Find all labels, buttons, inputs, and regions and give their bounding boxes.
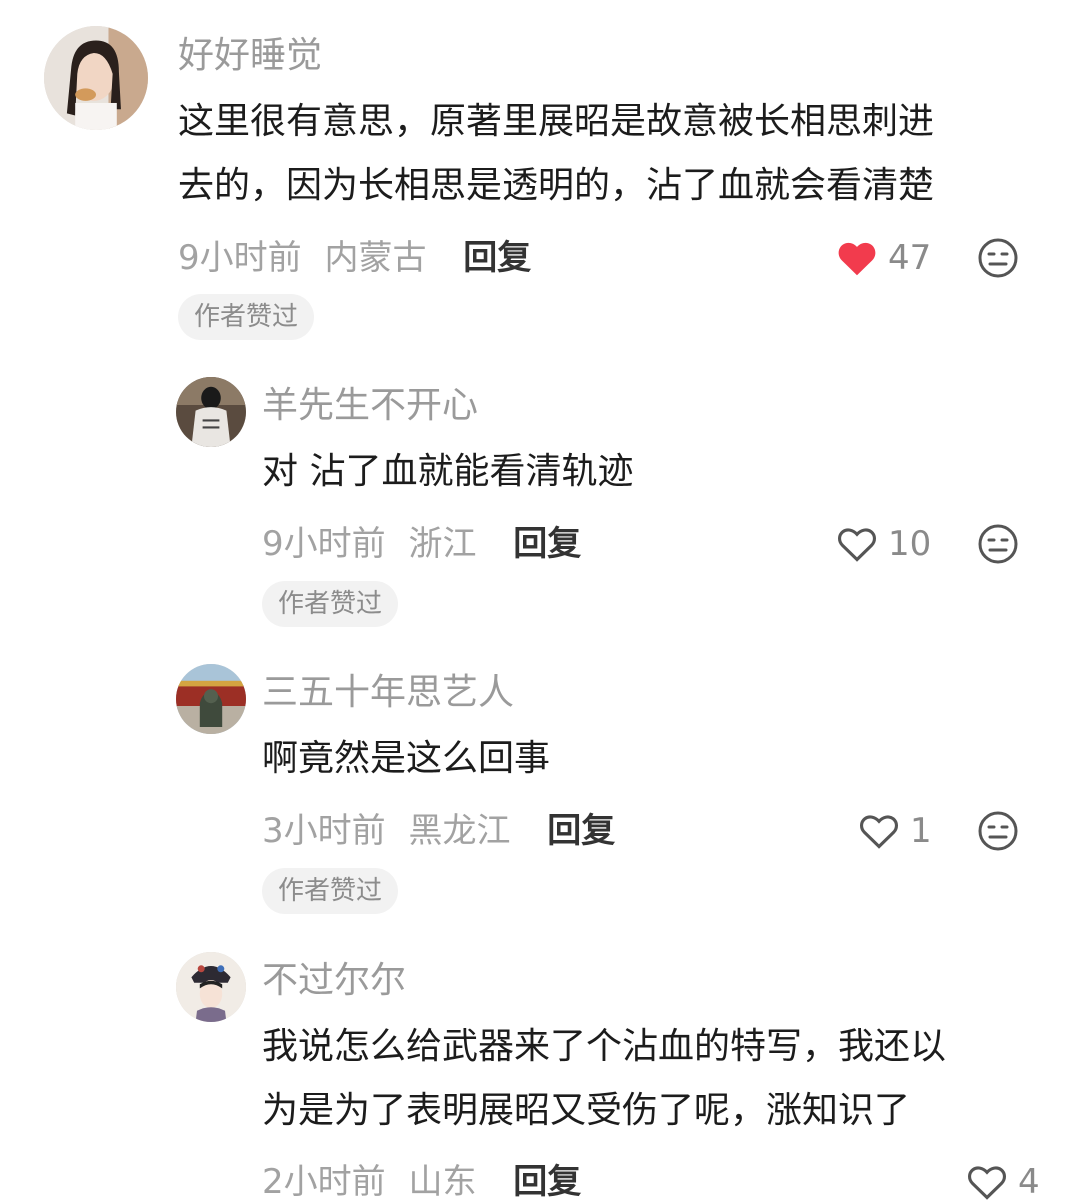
avatar[interactable]: [176, 377, 246, 447]
comment-line: 这里很有意思，原著里展昭是故意被长相思刺进: [178, 101, 935, 142]
comment-item: 好好睡觉 这里很有意思，原著里展昭是故意被长相思刺进 去的，因为长相思是透明的，…: [0, 0, 1080, 350]
like-count: 1: [910, 811, 932, 851]
timestamp: 9小时前: [178, 238, 302, 278]
meh-face-icon: [978, 811, 1018, 851]
avatar[interactable]: [44, 26, 148, 130]
comment-line: 啊竟然是这么回事: [262, 738, 551, 779]
meh-face-icon: [978, 238, 1018, 278]
comment-text: 对 沾了血就能看清轨迹: [262, 440, 633, 504]
like-count: 4: [1018, 1162, 1040, 1202]
like-button[interactable]: 10: [836, 522, 931, 566]
reply-button[interactable]: 回复: [463, 238, 531, 278]
author-liked-badge: 作者赞过: [262, 581, 399, 627]
comment-text: 啊竟然是这么回事: [262, 727, 550, 791]
username[interactable]: 三五十年思艺人: [262, 671, 514, 715]
username[interactable]: 好好睡觉: [178, 34, 322, 78]
location: 内蒙古: [324, 238, 427, 278]
comment-text: 这里很有意思，原著里展昭是故意被长相思刺进 去的，因为长相思是透明的，沾了血就会…: [178, 90, 934, 218]
like-count: 10: [888, 524, 932, 564]
timestamp: 9小时前: [262, 524, 386, 564]
comment-meta: 2小时前 山东 回复: [262, 1160, 581, 1204]
comment-meta: 9小时前 浙江 回复: [262, 522, 581, 566]
timestamp: 3小时前: [262, 811, 386, 851]
comment-line: 去的，因为长相思是透明的，沾了血就会看清楚: [178, 165, 935, 206]
reply-button[interactable]: 回复: [513, 524, 581, 564]
comment-line: 对 沾了血就能看清轨迹: [262, 451, 634, 492]
location: 山东: [408, 1162, 477, 1202]
timestamp: 2小时前: [262, 1162, 386, 1202]
reply-button[interactable]: 回复: [547, 811, 615, 851]
comment-line: 为是为了表明展昭又受伤了呢，涨知识了: [262, 1090, 911, 1131]
dislike-button[interactable]: [977, 237, 1019, 279]
like-count: 47: [888, 238, 932, 278]
avatar[interactable]: [176, 952, 246, 1022]
like-button[interactable]: 1: [858, 809, 932, 853]
comment-meta: 3小时前 黑龙江 回复: [262, 809, 615, 853]
username[interactable]: 不过尔尔: [262, 959, 406, 1003]
username[interactable]: 羊先生不开心: [262, 384, 478, 428]
heart-icon: [838, 528, 876, 562]
dislike-button[interactable]: [977, 810, 1019, 852]
location: 浙江: [408, 524, 477, 564]
comment-text: 我说怎么给武器来了个沾血的特写，我还以 为是为了表明展昭又受伤了呢，涨知识了: [262, 1015, 946, 1143]
like-button[interactable]: 4: [966, 1160, 1040, 1204]
meh-face-icon: [978, 524, 1018, 564]
heart-icon: [838, 242, 876, 276]
author-liked-badge: 作者赞过: [178, 294, 315, 340]
comment-meta: 9小时前 内蒙古 回复: [178, 236, 531, 280]
location: 黑龙江: [408, 811, 511, 851]
avatar[interactable]: [176, 664, 246, 734]
comment-line: 我说怎么给武器来了个沾血的特写，我还以: [262, 1026, 947, 1067]
heart-icon: [968, 1166, 1006, 1200]
reply-button[interactable]: 回复: [513, 1162, 581, 1202]
like-button[interactable]: 47: [836, 236, 931, 280]
heart-icon: [860, 815, 898, 849]
dislike-button[interactable]: [977, 523, 1019, 565]
author-liked-badge: 作者赞过: [262, 868, 399, 914]
